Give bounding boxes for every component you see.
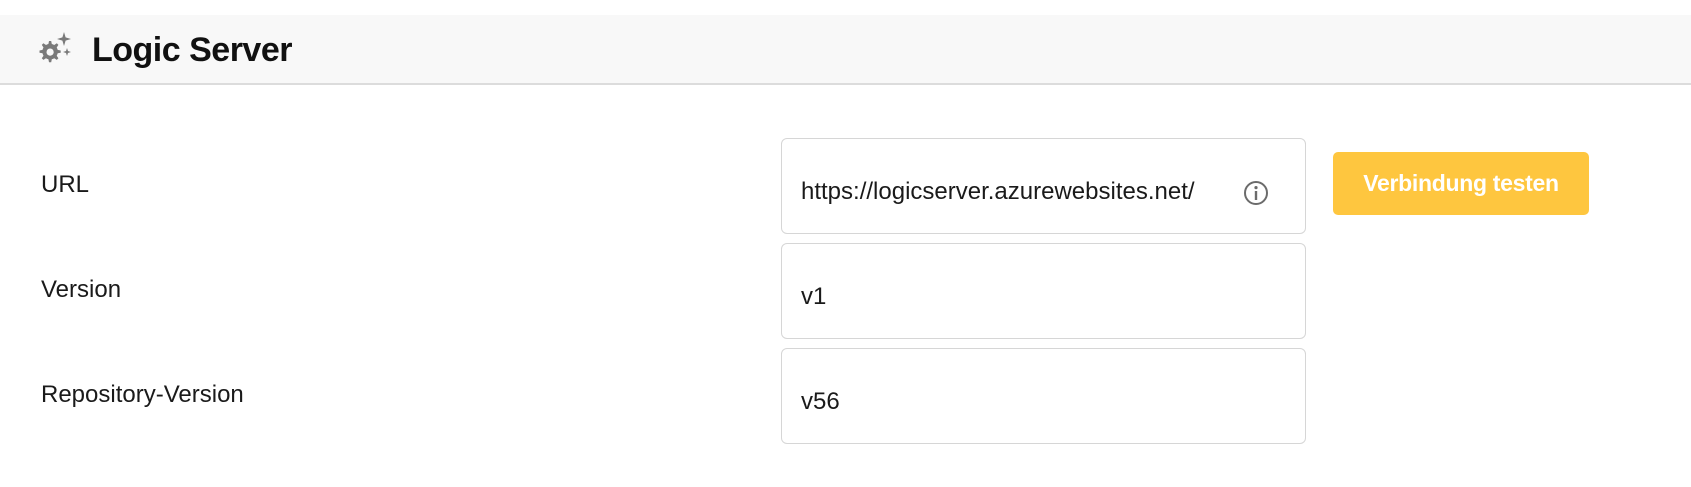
repository-version-label: Repository-Version <box>41 381 244 408</box>
version-field[interactable]: v1 <box>781 243 1306 339</box>
repository-version-field[interactable]: v56 <box>781 348 1306 444</box>
page-header: Logic Server <box>0 15 1691 85</box>
version-value: v1 <box>801 283 827 310</box>
info-icon[interactable] <box>1242 179 1270 207</box>
url-value: https://logicserver.azurewebsites.net/ <box>801 178 1195 205</box>
url-field[interactable]: https://logicserver.azurewebsites.net/ <box>781 138 1306 234</box>
page-title: Logic Server <box>92 31 292 69</box>
url-label: URL <box>41 171 90 198</box>
repository-version-value: v56 <box>801 388 840 415</box>
test-connection-button[interactable]: Verbindung testen <box>1333 152 1589 215</box>
gear-sparkle-icon <box>39 32 71 63</box>
version-label: Version <box>41 276 122 303</box>
